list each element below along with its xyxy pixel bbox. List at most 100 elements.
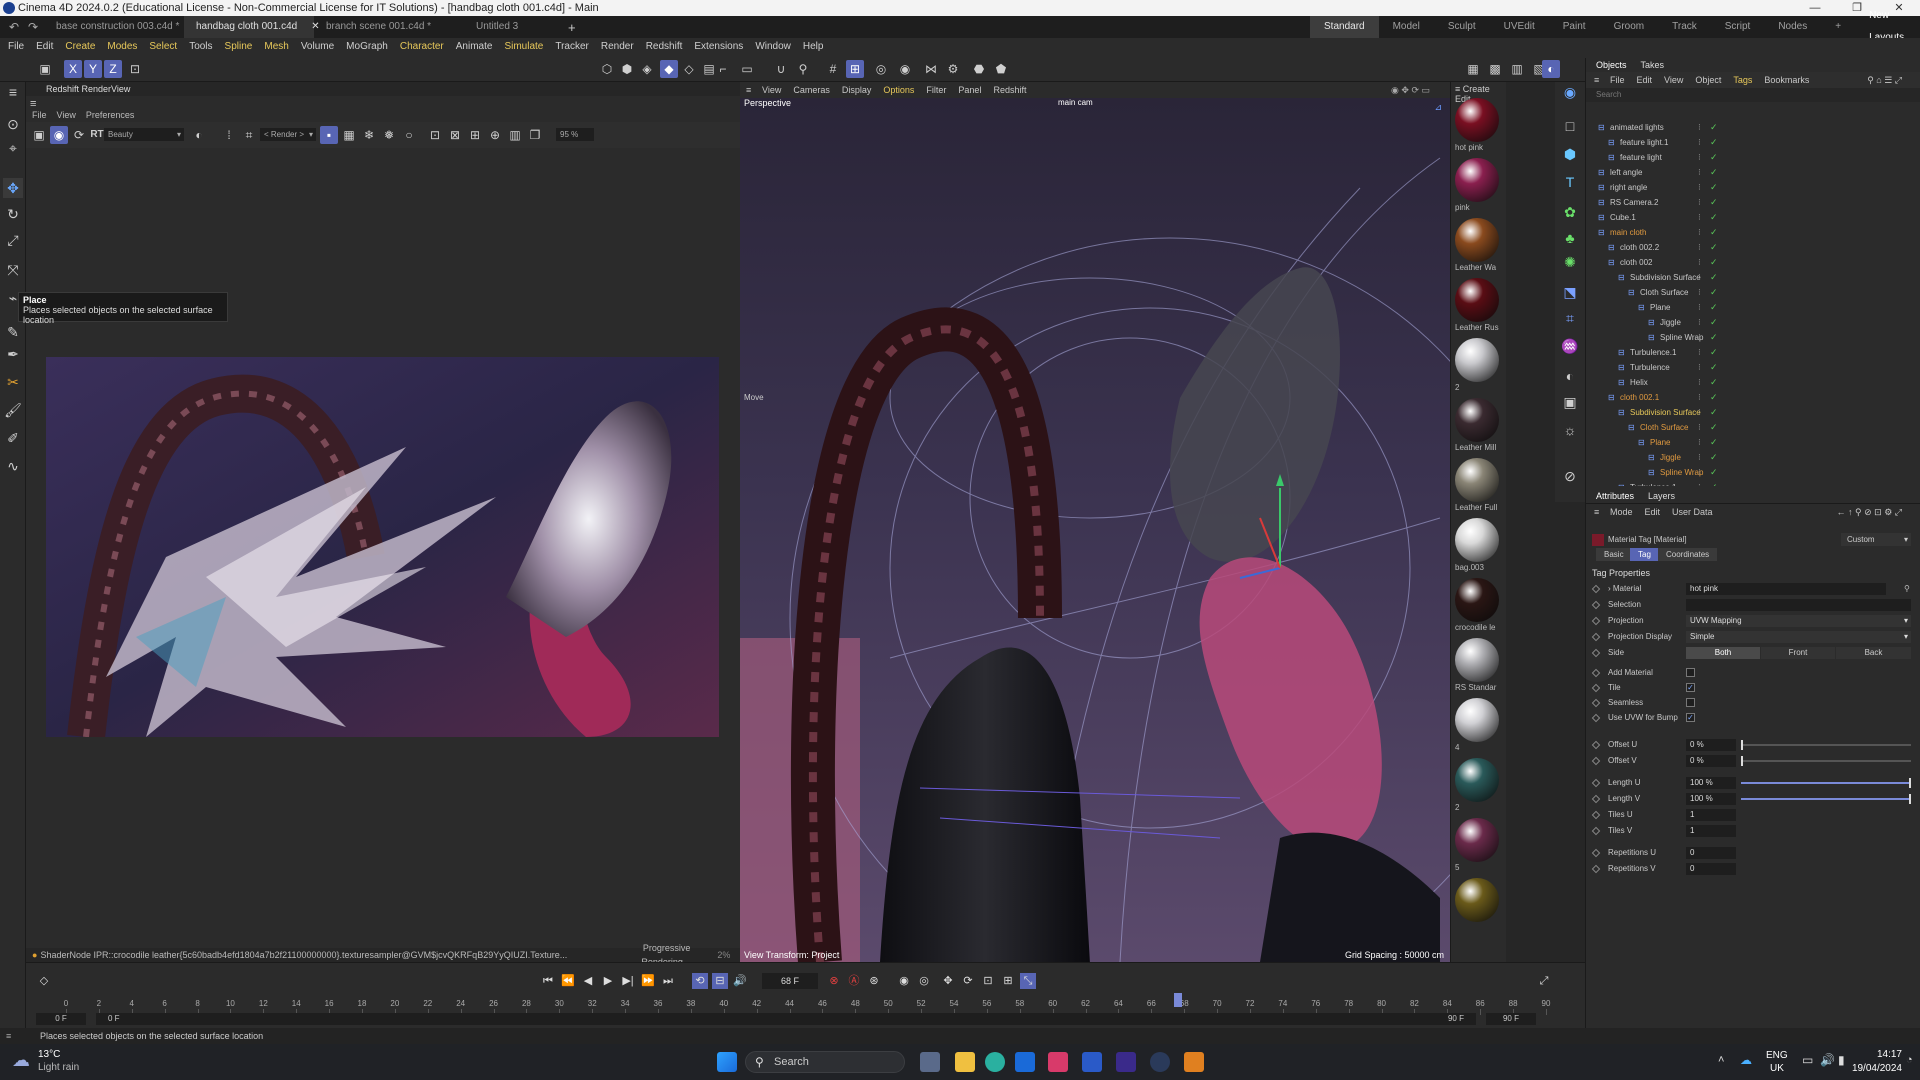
length-u-field[interactable]: 100 % bbox=[1686, 777, 1736, 789]
layout-script[interactable]: Script bbox=[1711, 16, 1765, 38]
enabled-check-icon[interactable]: ✓ bbox=[1710, 120, 1718, 135]
object-tree-row[interactable]: ⊟ cloth 002 ⁝ ✓ bbox=[1586, 255, 1920, 270]
zoom-field[interactable]: 95 % bbox=[556, 128, 594, 141]
scale-key-icon[interactable]: ✥ bbox=[940, 973, 956, 989]
autokey-icon[interactable]: Ⓐ bbox=[846, 973, 862, 989]
end-frame-field[interactable]: 90 F bbox=[1486, 1013, 1536, 1025]
keyframe-selection-icon[interactable]: ⊛ bbox=[866, 973, 882, 989]
slider-handle[interactable] bbox=[1909, 778, 1911, 788]
quantize-icon[interactable]: ⊞ bbox=[846, 60, 864, 78]
obj-menu-file[interactable]: File bbox=[1610, 72, 1625, 88]
enabled-check-icon[interactable]: ✓ bbox=[1710, 225, 1718, 240]
menu-select[interactable]: Select bbox=[143, 38, 183, 56]
visibility-dots-icon[interactable]: ⁝ bbox=[1698, 315, 1701, 330]
side-option-back[interactable]: Back bbox=[1836, 647, 1911, 659]
object-tree-row[interactable]: ⊟ cloth 002.2 ⁝ ✓ bbox=[1586, 240, 1920, 255]
object-tree-row[interactable]: ⊟ left angle ⁝ ✓ bbox=[1586, 165, 1920, 180]
object-tree-row[interactable]: ⊟ Jiggle ⁝ ✓ bbox=[1586, 315, 1920, 330]
loop-icon[interactable]: ⟲ bbox=[692, 973, 708, 989]
workplane-icon[interactable]: ▭ bbox=[738, 60, 756, 78]
enabled-check-icon[interactable]: ✓ bbox=[1710, 255, 1718, 270]
object-tree-row[interactable]: ⊟ main cloth ⁝ ✓ bbox=[1586, 225, 1920, 240]
taskbar-search[interactable]: ⚲ Search bbox=[745, 1051, 905, 1073]
point-key-icon[interactable]: ⊞ bbox=[1000, 973, 1016, 989]
keyframe-diamond-icon[interactable] bbox=[1591, 600, 1601, 610]
task-view-icon[interactable] bbox=[920, 1052, 940, 1072]
live-selection-icon[interactable]: ⊙ bbox=[3, 114, 23, 134]
effector-icon[interactable]: ✺ bbox=[1560, 252, 1580, 272]
menu-help[interactable]: Help bbox=[797, 38, 830, 56]
scale-tool-icon[interactable]: ⤢ bbox=[3, 230, 23, 250]
go-to-start-icon[interactable]: ⏮ bbox=[540, 973, 556, 989]
enabled-check-icon[interactable]: ✓ bbox=[1710, 135, 1718, 150]
soft-selection-icon[interactable]: ◎ bbox=[872, 60, 890, 78]
menu-mograph[interactable]: MoGraph bbox=[340, 38, 394, 56]
object-tree-row[interactable]: ⊟ Turbulence.1 ⁝ ✓ bbox=[1586, 480, 1920, 486]
keyframe-diamond-icon[interactable] bbox=[1591, 698, 1601, 708]
keyframe-diamond-icon[interactable] bbox=[1591, 683, 1601, 693]
material-swatch[interactable]: hot pink bbox=[1455, 98, 1501, 154]
color-picker-icon[interactable]: ◐ bbox=[190, 126, 208, 144]
rv-menu-preferences[interactable]: Preferences bbox=[86, 108, 135, 122]
object-tree-row[interactable]: ⊟ feature light.1 ⁝ ✓ bbox=[1586, 135, 1920, 150]
visibility-dots-icon[interactable]: ⁝ bbox=[1698, 345, 1701, 360]
attribute-nav-icons[interactable]: ← ↑ ⚲ ⊘ ⊡ ⚙ ⤢ bbox=[1837, 504, 1902, 520]
material-link-field[interactable]: hot pink bbox=[1686, 583, 1886, 595]
object-search-input[interactable]: Search bbox=[1586, 88, 1920, 102]
obj-menu-bookmarks[interactable]: Bookmarks bbox=[1764, 72, 1809, 88]
add-snapshot-icon[interactable]: ⊕ bbox=[486, 126, 504, 144]
enabled-check-icon[interactable]: ✓ bbox=[1710, 315, 1718, 330]
material-swatch[interactable]: 2 bbox=[1455, 758, 1501, 814]
layout-uvedit[interactable]: UVEdit bbox=[1490, 16, 1549, 38]
cube-3d-icon[interactable]: ⬢ bbox=[1560, 144, 1580, 164]
object-tree-row[interactable]: ⊟ Subdivision Surface ⁝ ✓ bbox=[1586, 270, 1920, 285]
vp-menu-view[interactable]: View bbox=[762, 82, 781, 98]
render-mode-select[interactable]: < Render > ▾ bbox=[260, 128, 316, 141]
object-tree-row[interactable]: ⊟ right angle ⁝ ✓ bbox=[1586, 180, 1920, 195]
visibility-dots-icon[interactable]: ⁝ bbox=[1698, 210, 1701, 225]
prev-key-icon[interactable]: ⏪ bbox=[560, 973, 576, 989]
visibility-dots-icon[interactable]: ⁝ bbox=[1698, 195, 1701, 210]
cube-primitive-icon[interactable]: □ bbox=[1560, 116, 1580, 136]
obj-menu-tags[interactable]: Tags bbox=[1733, 72, 1752, 88]
object-tree-row[interactable]: ⊟ Jiggle ⁝ ✓ bbox=[1586, 450, 1920, 465]
keyframe-diamond-icon[interactable] bbox=[1591, 713, 1601, 723]
region-icon[interactable]: ⁞ bbox=[220, 126, 238, 144]
start-frame-field[interactable]: 0 F bbox=[36, 1013, 86, 1025]
doc-tab-handbag-cloth[interactable]: handbag cloth 001.c4d ✕ bbox=[184, 16, 320, 38]
material-swatch[interactable]: 5 bbox=[1455, 818, 1501, 874]
record-icon[interactable]: ⊗ bbox=[826, 973, 842, 989]
projection-select[interactable]: UVW Mapping ▾ bbox=[1686, 615, 1911, 627]
vp-menu-display[interactable]: Display bbox=[842, 82, 872, 98]
visibility-dots-icon[interactable]: ⁝ bbox=[1698, 300, 1701, 315]
mirror-icon[interactable]: ⋈ bbox=[922, 60, 940, 78]
sketch-tool-icon[interactable]: ✐ bbox=[3, 428, 23, 448]
object-tree-row[interactable]: ⊟ Cube.1 ⁝ ✓ bbox=[1586, 210, 1920, 225]
layout-standard[interactable]: Standard bbox=[1310, 16, 1379, 38]
object-tree-row[interactable]: ⊟ Subdivision Surface ⁝ ✓ bbox=[1586, 405, 1920, 420]
selection-field[interactable] bbox=[1686, 599, 1911, 611]
z-axis-lock-icon[interactable]: Z bbox=[104, 60, 122, 78]
x-axis-lock-icon[interactable]: X bbox=[64, 60, 82, 78]
layout-track[interactable]: Track bbox=[1658, 16, 1711, 38]
attr-menu-user-data[interactable]: User Data bbox=[1672, 504, 1713, 520]
tab-objects[interactable]: Objects bbox=[1596, 58, 1627, 72]
object-tree-row[interactable]: ⊟ Turbulence.1 ⁝ ✓ bbox=[1586, 345, 1920, 360]
snowflake-alt-icon[interactable]: ❅ bbox=[380, 126, 398, 144]
material-swatch[interactable]: 4 bbox=[1455, 698, 1501, 754]
enabled-check-icon[interactable]: ✓ bbox=[1710, 390, 1718, 405]
grid-view-icon[interactable]: ▦ bbox=[340, 126, 358, 144]
material-swatch[interactable]: bag.003 bbox=[1455, 518, 1501, 574]
texture-mode-icon[interactable]: ◇ bbox=[680, 60, 698, 78]
visibility-dots-icon[interactable]: ⁝ bbox=[1698, 390, 1701, 405]
visibility-dots-icon[interactable]: ⁝ bbox=[1698, 120, 1701, 135]
render-icon[interactable]: ▦ bbox=[1464, 60, 1482, 78]
object-tree-row[interactable]: ⊟ cloth 002.1 ⁝ ✓ bbox=[1586, 390, 1920, 405]
object-tree-row[interactable]: ⊟ RS Camera.2 ⁝ ✓ bbox=[1586, 195, 1920, 210]
weather-cloud-icon[interactable]: ☁ bbox=[12, 1050, 30, 1071]
lock-render-icon[interactable]: ▪ bbox=[320, 126, 338, 144]
offset-v-slider[interactable] bbox=[1741, 756, 1911, 766]
param-key-icon[interactable]: ⟳ bbox=[960, 973, 976, 989]
enabled-check-icon[interactable]: ✓ bbox=[1710, 375, 1718, 390]
menu-tools[interactable]: Tools bbox=[183, 38, 218, 56]
